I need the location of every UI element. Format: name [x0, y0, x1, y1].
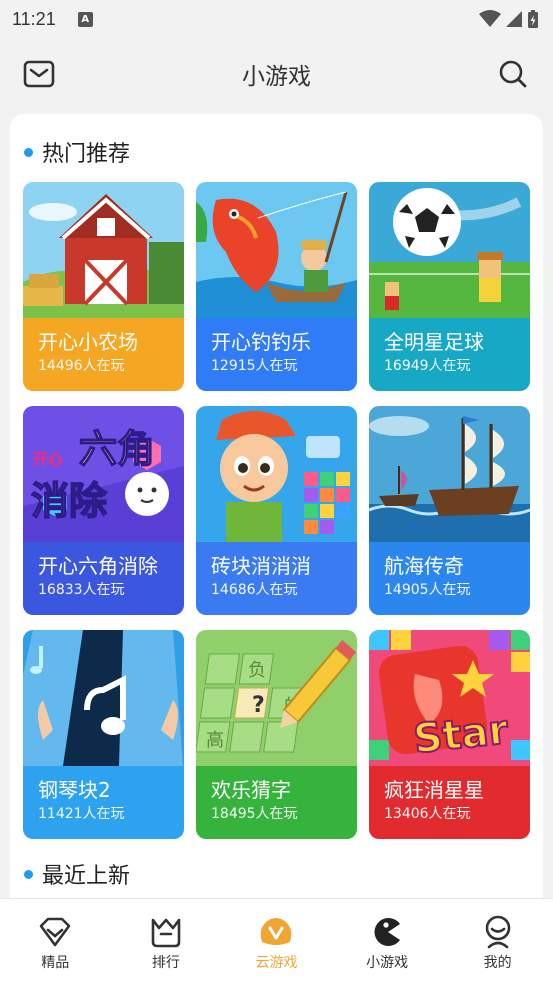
game-name: 开心六角消除 [38, 554, 158, 578]
game-tile-block[interactable]: 砖块消消消 14686人在玩 [196, 406, 357, 615]
game-players: 11421人在玩 [38, 806, 125, 822]
game-tile-fishing[interactable]: 开心钓钓乐 12915人在玩 [196, 182, 357, 391]
game-players: 14686人在玩 [211, 582, 298, 598]
hexagon-match-art: 开心 六角 消除 [23, 406, 184, 542]
fishing-art [196, 182, 357, 318]
status-bar: 11:21 A [0, 0, 553, 38]
tab-label: 精品 [41, 955, 70, 971]
block-match-art [196, 406, 357, 542]
tab-ranking[interactable]: 排行 [111, 899, 222, 984]
section-recent-label: 最近上新 [42, 864, 131, 889]
piano-tiles-art [23, 630, 184, 766]
game-name: 航海传奇 [384, 554, 464, 578]
game-tile-hexagon[interactable]: 开心 六角 消除 开心六角消除 16833人在玩 [23, 406, 184, 615]
game-info: 疯狂消星星 13406人在玩 [369, 766, 530, 839]
wifi-icon [479, 10, 501, 27]
crown-cup-icon [151, 918, 181, 948]
game-info: 航海传奇 14905人在玩 [369, 542, 530, 615]
cloud-game-icon [261, 918, 292, 945]
game-info: 钢琴块2 11421人在玩 [23, 766, 184, 839]
game-info: 开心钓钓乐 12915人在玩 [196, 318, 357, 391]
content-card: 热门推荐 开心小农场 14496人在玩 开心钓钓乐 12915人在玩 全明星足球… [10, 114, 543, 914]
sailing-ship-art [369, 406, 530, 542]
game-players: 14905人在玩 [384, 582, 471, 598]
game-tile-popstar[interactable]: Star 疯狂消星星 13406人在玩 [369, 630, 530, 839]
hexagon-art-line3: 消除 [31, 479, 108, 523]
game-info: 全明星足球 16949人在玩 [369, 318, 530, 391]
game-players: 16949人在玩 [384, 358, 471, 374]
section-recent-title: 最近上新 [24, 858, 130, 890]
game-players: 18495人在玩 [211, 806, 298, 822]
game-name: 全明星足球 [384, 330, 484, 354]
game-tile-ship[interactable]: 航海传奇 14905人在玩 [369, 406, 530, 615]
word-art-char-1: 负 [248, 660, 266, 681]
header: 小游戏 [0, 38, 553, 110]
bottom-tab-bar: 精品 排行 云游戏 小游戏 我的 [0, 898, 553, 984]
game-info: 砖块消消消 14686人在玩 [196, 542, 357, 615]
game-info: 开心小农场 14496人在玩 [23, 318, 184, 391]
game-name: 开心钓钓乐 [211, 330, 311, 354]
mail-icon [23, 60, 55, 88]
status-time: 11:21 [12, 8, 56, 29]
signal-icon [506, 11, 522, 27]
tab-cloud-game[interactable]: 云游戏 [221, 899, 332, 984]
tab-featured[interactable]: 精品 [0, 899, 111, 984]
tab-label: 我的 [483, 955, 512, 971]
word-guess-art: 负 ? 的 高 [196, 630, 357, 766]
page-title: 小游戏 [242, 64, 311, 90]
game-tile-soccer[interactable]: 全明星足球 16949人在玩 [369, 182, 530, 391]
game-info: 开心六角消除 16833人在玩 [23, 542, 184, 615]
profile-icon [485, 915, 510, 949]
section-dot [24, 147, 33, 157]
word-art-char-4: 高 [206, 730, 224, 751]
pop-star-art: Star [369, 630, 530, 766]
hexagon-art-line1: 开心 [33, 450, 63, 468]
section-dot [24, 869, 33, 879]
section-hot-title: 热门推荐 [24, 136, 130, 168]
tab-label: 云游戏 [255, 955, 298, 971]
search-icon [499, 60, 527, 88]
game-players: 12915人在玩 [211, 358, 298, 374]
game-name: 砖块消消消 [211, 554, 311, 578]
section-hot-label: 热门推荐 [42, 142, 131, 167]
notification-badge: A [77, 11, 93, 27]
diamond-icon [39, 917, 71, 947]
game-info: 欢乐猜字 18495人在玩 [196, 766, 357, 839]
farm-barn-art [23, 182, 184, 318]
game-name: 钢琴块2 [38, 778, 111, 802]
game-name: 疯狂消星星 [384, 778, 484, 802]
hot-games-grid: 开心小农场 14496人在玩 开心钓钓乐 12915人在玩 全明星足球 1694… [23, 182, 531, 839]
tab-mini-games[interactable]: 小游戏 [332, 899, 443, 984]
game-name: 开心小农场 [38, 330, 138, 354]
game-tile-farm[interactable]: 开心小农场 14496人在玩 [23, 182, 184, 391]
battery-icon [528, 10, 538, 28]
game-players: 13406人在玩 [384, 806, 471, 822]
soccer-art [369, 182, 530, 318]
word-art-char-2: ? [252, 693, 265, 718]
search-button[interactable] [495, 56, 531, 92]
game-tile-word[interactable]: 负 ? 的 高 欢乐猜字 18495人在玩 [196, 630, 357, 839]
game-players: 14496人在玩 [38, 358, 125, 374]
hexagon-art-line2: 六角 [79, 427, 155, 471]
game-tile-piano[interactable]: 钢琴块2 11421人在玩 [23, 630, 184, 839]
game-players: 16833人在玩 [38, 582, 125, 598]
pacman-icon [374, 918, 401, 946]
status-icons [479, 9, 539, 29]
mail-button[interactable] [21, 56, 57, 92]
game-name: 欢乐猜字 [211, 778, 291, 802]
tab-label: 小游戏 [366, 955, 409, 971]
tab-label: 排行 [151, 955, 180, 971]
tab-profile[interactable]: 我的 [442, 899, 553, 984]
